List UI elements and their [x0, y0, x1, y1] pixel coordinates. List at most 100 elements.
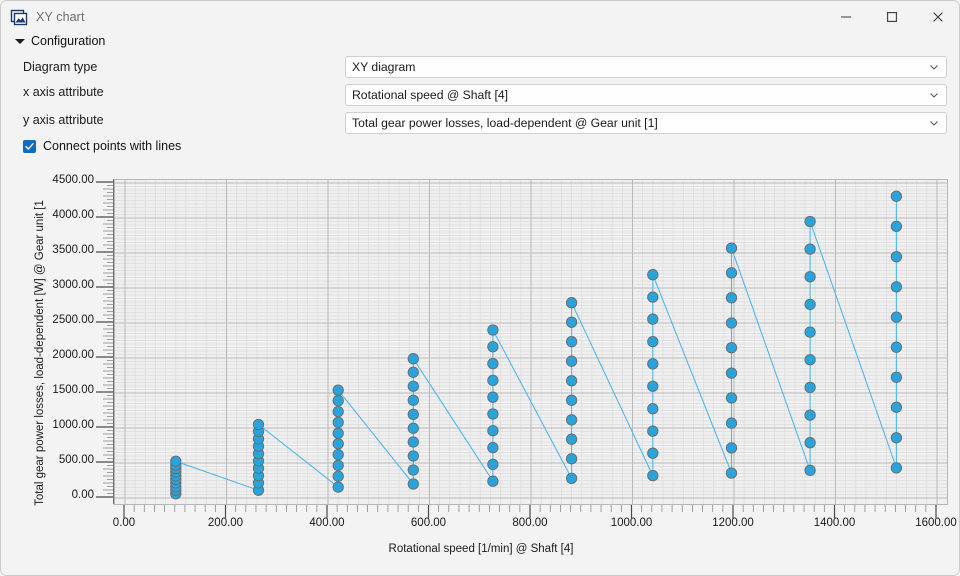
data-point	[333, 460, 343, 470]
data-point	[333, 417, 343, 427]
maximize-icon	[886, 11, 898, 23]
chevron-down-icon	[928, 61, 940, 73]
data-point	[726, 268, 736, 278]
data-point	[891, 402, 901, 412]
chevron-down-icon	[928, 117, 940, 129]
data-point	[648, 314, 658, 324]
x-axis-attribute-select[interactable]: Rotational speed @ Shaft [4]	[345, 84, 947, 106]
window-controls	[823, 1, 960, 32]
window-titlebar: XY chart	[1, 1, 960, 32]
data-point	[488, 442, 498, 452]
data-point	[891, 221, 901, 231]
data-point	[891, 372, 901, 382]
data-point	[648, 336, 658, 346]
x-axis-attribute-value: Rotational speed @ Shaft [4]	[352, 88, 928, 102]
data-point	[488, 476, 498, 486]
diagram-type-select[interactable]: XY diagram	[345, 56, 947, 78]
maximize-button[interactable]	[869, 1, 915, 32]
data-point	[726, 443, 736, 453]
data-point	[488, 342, 498, 352]
data-point	[566, 317, 576, 327]
data-point	[891, 191, 901, 201]
data-point	[333, 396, 343, 406]
minimize-icon	[840, 11, 852, 23]
diagram-type-value: XY diagram	[352, 60, 928, 74]
data-point	[726, 293, 736, 303]
xy-chart-window: XY chart Configuration Diagram type XY d…	[0, 0, 960, 576]
data-point	[805, 410, 815, 420]
data-point	[408, 409, 418, 419]
data-point	[488, 426, 498, 436]
data-point	[488, 375, 498, 385]
configuration-section-header[interactable]: Configuration	[15, 32, 105, 50]
data-point	[171, 456, 181, 466]
data-point	[805, 438, 815, 448]
y-axis-attribute-label: y axis attribute	[23, 113, 104, 127]
data-point	[805, 382, 815, 392]
configuration-label: Configuration	[31, 34, 105, 48]
window-title: XY chart	[36, 10, 85, 24]
data-point	[648, 426, 658, 436]
close-button[interactable]	[915, 1, 960, 32]
data-point	[891, 342, 901, 352]
data-point	[805, 327, 815, 337]
data-point	[805, 216, 815, 226]
data-point	[333, 406, 343, 416]
data-point	[726, 243, 736, 253]
data-point	[408, 451, 418, 461]
data-point	[891, 282, 901, 292]
data-point	[726, 368, 736, 378]
data-point	[726, 393, 736, 403]
data-point	[408, 465, 418, 475]
image-chart-icon	[10, 8, 28, 26]
data-point	[566, 376, 576, 386]
data-point	[566, 473, 576, 483]
check-icon	[24, 141, 35, 152]
data-point	[566, 336, 576, 346]
data-point	[333, 471, 343, 481]
data-point	[408, 354, 418, 364]
data-point	[408, 395, 418, 405]
data-point	[333, 385, 343, 395]
chart-container: Total gear power losses, load-dependent …	[1, 167, 960, 576]
data-point	[253, 419, 263, 429]
connect-points-checkbox[interactable]	[23, 140, 36, 153]
diagram-type-label: Diagram type	[23, 60, 97, 74]
data-point	[333, 428, 343, 438]
data-point	[805, 299, 815, 309]
data-point	[408, 381, 418, 391]
data-point	[648, 270, 658, 280]
minimize-button[interactable]	[823, 1, 869, 32]
data-point	[408, 437, 418, 447]
data-point	[726, 468, 736, 478]
data-point	[648, 404, 658, 414]
data-point	[566, 356, 576, 366]
data-point	[726, 343, 736, 353]
data-point	[488, 325, 498, 335]
data-point	[648, 470, 658, 480]
connect-points-checkbox-row[interactable]: Connect points with lines	[23, 139, 181, 153]
data-point	[805, 355, 815, 365]
close-icon	[932, 11, 944, 23]
data-point	[488, 409, 498, 419]
data-point	[408, 367, 418, 377]
data-point	[566, 298, 576, 308]
chevron-down-icon	[15, 39, 25, 44]
data-point	[488, 358, 498, 368]
data-point	[648, 381, 658, 391]
data-point	[566, 454, 576, 464]
data-point	[333, 482, 343, 492]
x-axis-attribute-label: x axis attribute	[23, 85, 104, 99]
data-point	[488, 392, 498, 402]
data-point	[408, 479, 418, 489]
data-point	[648, 448, 658, 458]
data-point	[488, 459, 498, 469]
data-point	[566, 434, 576, 444]
y-axis-attribute-select[interactable]: Total gear power losses, load-dependent …	[345, 112, 947, 134]
data-point	[726, 418, 736, 428]
y-axis-attribute-value: Total gear power losses, load-dependent …	[352, 116, 928, 130]
data-point	[805, 465, 815, 475]
plot-area[interactable]	[114, 179, 948, 505]
data-point	[891, 312, 901, 322]
data-point	[566, 415, 576, 425]
